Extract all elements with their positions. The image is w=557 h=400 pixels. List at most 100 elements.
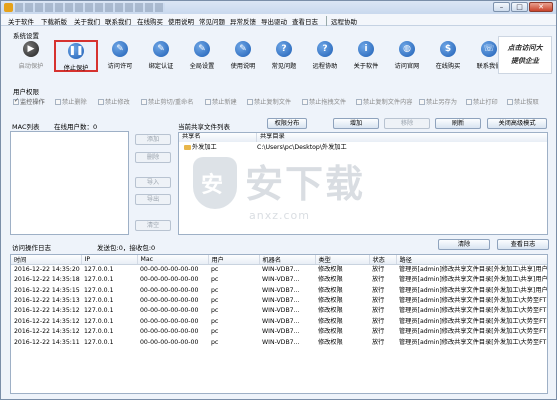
perm-no-copy-content[interactable]: 禁止复制文件内容 (356, 97, 413, 106)
column-header-ip[interactable]: IP (81, 255, 138, 265)
menu-contact[interactable]: 联系我们 (105, 16, 131, 26)
checkbox-icon (356, 99, 362, 105)
column-header-mac[interactable]: Mac (137, 255, 209, 265)
menu-export-driver[interactable]: 导出驱动 (261, 16, 287, 26)
maximize-button[interactable]: □ (511, 2, 528, 12)
column-header-share-name[interactable]: 共享名 (179, 133, 257, 142)
mac-add-button[interactable]: 添加 (135, 134, 171, 145)
mac-clear-button[interactable]: 清空 (135, 220, 171, 231)
remove-share-button[interactable]: 移除 (384, 118, 430, 129)
log-status: 放行 (372, 286, 385, 294)
log-time: 2016-12-22 14:35:12 (14, 328, 80, 336)
table-row[interactable]: 2016-12-22 14:35:20 127.0.0.1 00-00-00-00-… (11, 265, 547, 276)
menu-about-software[interactable]: 关于软件 (8, 16, 34, 26)
log-time: 2016-12-22 14:35:15 (14, 286, 80, 294)
log-type: 修改权限 (318, 317, 343, 325)
access-log-table[interactable]: 时间 IP Mac 用户 机器名 类型 状态 路径 2016-12-22 14:… (10, 254, 548, 394)
mac-import-button[interactable]: 导入 (135, 177, 171, 188)
log-status: 放行 (372, 266, 385, 273)
table-row[interactable]: 2016-12-22 14:35:11 127.0.0.1 00-00-00-00-… (11, 337, 547, 347)
menu-manual[interactable]: 使用说明 (168, 16, 194, 26)
menu-download[interactable]: 下载新版 (41, 16, 67, 26)
start-protect-button[interactable]: ▶ 启动保护 (9, 40, 53, 72)
brand-banner[interactable]: 点击访问大 提供企业 (498, 36, 552, 74)
mac-export-button[interactable]: 导出 (135, 194, 171, 205)
buy-online-button[interactable]: $ 在线购买 (426, 40, 470, 72)
perm-label: 禁止复制文件内容 (363, 99, 413, 106)
clear-log-button[interactable]: 清除 (438, 239, 490, 250)
perm-no-save-as[interactable]: 禁止另存为 (419, 97, 457, 106)
menu-about-us[interactable]: 关于我们 (74, 16, 100, 26)
about-software-button[interactable]: i 关于软件 (344, 40, 388, 72)
tool-label: 停止保护 (63, 65, 89, 72)
globe-icon: ◍ (399, 41, 415, 57)
column-header-user[interactable]: 用户 (208, 255, 260, 265)
column-header-machine[interactable]: 机器名 (259, 255, 316, 265)
table-row[interactable]: 2016-12-22 14:35:18 127.0.0.1 00-00-00-00-… (11, 275, 547, 285)
mac-list-panel[interactable] (10, 131, 129, 235)
menu-feedback[interactable]: 异常反馈 (230, 16, 256, 26)
perm-no-copy-file[interactable]: 禁止复制文件 (247, 97, 291, 106)
official-site-button[interactable]: ◍ 访问官网 (385, 40, 429, 72)
perm-no-extract[interactable]: 禁止拔取 (507, 97, 539, 106)
view-log-button[interactable]: 查看日志 (497, 239, 549, 250)
table-row[interactable]: 2016-12-22 14:35:15 127.0.0.1 00-00-00-00-… (11, 285, 547, 295)
log-time: 2016-12-22 14:35:12 (14, 307, 80, 315)
menu-buy[interactable]: 在线购买 (137, 16, 163, 26)
table-row[interactable]: 2016-12-22 14:35:13 127.0.0.1 00-00-00-00-… (11, 296, 548, 306)
tool-label: 关于软件 (353, 63, 379, 70)
chat-icon: ☏ (481, 41, 497, 57)
log-user: pc (211, 286, 219, 294)
help-icon: ? (317, 41, 333, 57)
log-path: 管理员[admin]修改共享文件目录[外发加工\大势至FTP (399, 328, 548, 336)
perm-no-modify[interactable]: 禁止修改 (98, 97, 130, 106)
table-row[interactable]: 2016-12-22 14:35:12 127.0.0.1 00-00-00-00-… (11, 317, 547, 327)
minimize-button[interactable]: – (493, 2, 510, 12)
log-mac: 00-00-00-00-00-00 (140, 317, 199, 325)
column-header-time[interactable]: 时间 (11, 255, 82, 265)
column-header-share-dir[interactable]: 共享目录 (257, 133, 547, 142)
log-time: 2016-12-22 14:35:11 (14, 338, 80, 346)
close-advanced-mode-button[interactable]: 关闭高级模式 (487, 118, 547, 129)
perm-no-print[interactable]: 禁止打印 (466, 97, 498, 106)
packet-stats: 发送包:0，接收包:0 (97, 244, 156, 252)
table-row[interactable]: 2016-12-22 14:35:12 127.0.0.1 00-00-00-00-… (11, 306, 547, 316)
perm-no-cut-rename[interactable]: 禁止剪切/重命名 (141, 97, 193, 106)
menu-remote-assist[interactable]: 远程协助 (326, 16, 357, 26)
remote-assist-button[interactable]: ? 远程协助 (303, 40, 347, 72)
main-window: – □ ✕ 关于软件 下载新版 关于我们 联系我们 在线购买 使用说明 常见问题… (0, 0, 557, 400)
manual-button[interactable]: ✎ 使用说明 (221, 40, 265, 72)
log-path: 管理员[admin]修改共享文件目录[外发加工\大势至FTP (399, 296, 548, 304)
perm-no-new[interactable]: 禁止新建 (205, 97, 237, 106)
perm-no-drag-file[interactable]: 禁止拖拽文件 (302, 97, 346, 106)
menu-faq[interactable]: 常见问题 (199, 16, 225, 26)
add-share-button[interactable]: 增加 (333, 118, 379, 129)
checkbox-icon (141, 99, 147, 105)
brand-line-2: 提供企业 (511, 56, 539, 65)
column-header-path[interactable]: 路径 (396, 255, 547, 265)
stop-protect-button[interactable]: ❚❚ 停止保护 (54, 40, 98, 72)
menu-view-log[interactable]: 查看日志 (292, 16, 318, 26)
mac-delete-button[interactable]: 删除 (135, 152, 171, 163)
faq-button[interactable]: ? 常见问题 (262, 40, 306, 72)
permission-distribution-button[interactable]: 权限分布 (267, 118, 307, 129)
close-button[interactable]: ✕ (529, 2, 553, 12)
access-permit-button[interactable]: ✎ 访问许可 (98, 40, 142, 72)
log-machine: WIN-VDB7... (262, 266, 300, 273)
global-settings-button[interactable]: ✎ 全局设置 (180, 40, 224, 72)
perm-monitor[interactable]: 监控操作 (13, 97, 45, 106)
log-status: 放行 (372, 307, 385, 315)
perm-label: 禁止新建 (212, 99, 237, 106)
column-header-status[interactable]: 状态 (369, 255, 397, 265)
column-header-type[interactable]: 类型 (315, 255, 370, 265)
table-row[interactable]: 2016-12-22 14:35:12 127.0.0.1 00-00-00-00-… (11, 327, 548, 337)
edit-icon: ✎ (153, 41, 169, 57)
refresh-button[interactable]: 刷新 (435, 118, 481, 129)
log-ip: 127.0.0.1 (84, 317, 114, 325)
perm-no-delete[interactable]: 禁止删除 (55, 97, 87, 106)
log-mac: 00-00-00-00-00-00 (140, 307, 199, 315)
title-bar: – □ ✕ (1, 1, 556, 14)
bind-auth-button[interactable]: ✎ 绑定认证 (139, 40, 183, 72)
checkbox-icon (98, 99, 104, 105)
share-path: C:\Users\pc\Desktop\外发加工 (257, 144, 347, 151)
